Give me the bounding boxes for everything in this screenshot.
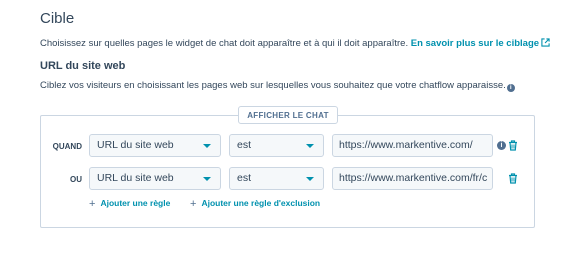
url-value-input[interactable]: https://www.markentive.com/ <box>332 134 493 157</box>
add-rule-button[interactable]: + Ajouter une règle <box>89 198 170 210</box>
section-description: Choisissez sur quelles pages le widget d… <box>40 38 550 49</box>
tab-show-chat[interactable]: AFFICHER LE CHAT <box>238 106 338 124</box>
section-title: Cible <box>40 10 75 27</box>
trash-icon[interactable] <box>508 140 518 151</box>
add-exclusion-rule-button[interactable]: + Ajouter une règle d'exclusion <box>190 198 320 210</box>
info-icon[interactable]: i <box>497 141 506 150</box>
trash-icon[interactable] <box>508 173 518 184</box>
chevron-down-icon <box>203 144 211 148</box>
url-section-description: Ciblez vos visiteurs en choisissant les … <box>40 80 515 92</box>
operator-select[interactable]: est <box>229 167 324 190</box>
learn-more-link[interactable]: En savoir plus sur le ciblage <box>411 38 550 49</box>
chevron-down-icon <box>306 144 314 148</box>
url-section-title: URL du site web <box>40 60 126 72</box>
operator-select[interactable]: est <box>229 134 324 157</box>
chevron-down-icon <box>203 177 211 181</box>
info-icon[interactable]: i <box>506 84 515 92</box>
plus-icon: + <box>190 198 197 210</box>
property-select[interactable]: URL du site web <box>89 167 221 190</box>
url-value-input[interactable]: https://www.markentive.com/fr/c <box>332 167 493 190</box>
external-link-icon <box>541 38 550 47</box>
rule-label-when: QUAND <box>52 142 82 151</box>
chevron-down-icon <box>306 177 314 181</box>
rule-label-or: OU <box>70 175 82 184</box>
section-description-text: Choisissez sur quelles pages le widget d… <box>40 38 409 49</box>
property-select[interactable]: URL du site web <box>89 134 221 157</box>
plus-icon: + <box>89 198 96 210</box>
